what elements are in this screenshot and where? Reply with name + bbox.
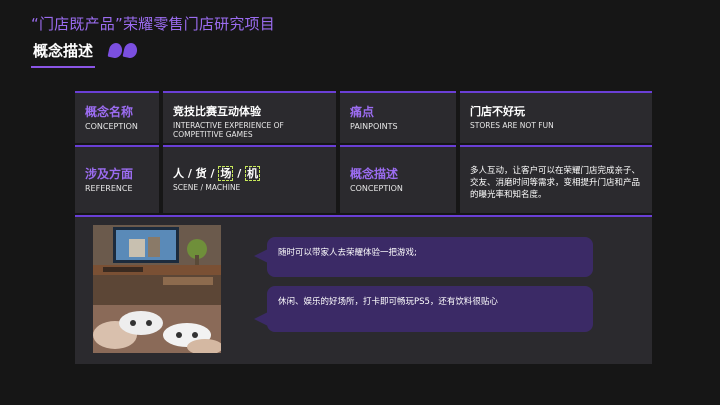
concept-desc-label-cell: 概念描述 CONCEPTION [340,145,456,213]
reference-label-cell: 涉及方面 REFERENCE [75,145,159,213]
painpoints-value-cell: 门店不好玩 STORES ARE NOT FUN [460,91,652,143]
concept-name-label-cell: 概念名称 CONCEPTION [75,91,159,143]
reference-value-part: 人 / 货 / [173,167,219,180]
concept-name-value: 竞技比赛互动体验 [173,105,261,118]
reference-value-cell: 人 / 货 / 场 / 机 SCENE / MACHINE [163,145,336,213]
concept-name-value-en: INTERACTIVE EXPERIENCE OF COMPETITIVE GA… [173,121,284,139]
painpoints-label: 痛点 [350,105,375,119]
store-gaming-photo [93,225,221,353]
reference-value: 人 / 货 / 场 / 机 [173,166,336,181]
speech-bubble-tail [254,249,268,263]
reference-label-en: REFERENCE [85,184,133,193]
reference-value-separator: / [233,167,246,180]
painpoints-label-cell: 痛点 PAINPOINTS [340,91,456,143]
speech-bubble-1: 随时可以带家人去荣耀体验一把游戏; [267,237,593,277]
section-title-underline [31,66,95,68]
page-title: “门店既产品”荣耀零售门店研究项目 [31,15,275,33]
concept-name-value-cell: 竞技比赛互动体验 INTERACTIVE EXPERIENCE OF COMPE… [163,91,336,143]
reference-value-highlight-machine: 机 [245,166,261,181]
concept-desc-label: 概念描述 [350,167,399,181]
concept-name-label-en: CONCEPTION [85,122,138,131]
speech-bubble-2: 休闲、娱乐的好场所，打卡即可畅玩PS5，还有饮料很贴心 [267,286,593,332]
concept-name-label: 概念名称 [85,105,134,119]
concept-desc-value: 多人互动，让客户可以在荣耀门店完成亲子、交友、消磨时间等需求，变相提升门店和产品… [470,166,641,200]
section-title: 概念描述 [33,42,94,60]
painpoints-value-en: STORES ARE NOT FUN [470,121,554,130]
reference-value-highlight-scene: 场 [218,166,234,181]
concept-desc-value-cell: 多人互动，让客户可以在荣耀门店完成亲子、交友、消磨时间等需求，变相提升门店和产品… [460,145,652,213]
reference-label: 涉及方面 [85,167,134,181]
speech-bubble-tail [254,312,268,326]
reference-value-en: SCENE / MACHINE [173,183,241,192]
painpoints-label-en: PAINPOINTS [350,122,398,131]
painpoints-value: 门店不好玩 [470,105,525,118]
concept-desc-label-en: CONCEPTION [350,184,403,193]
